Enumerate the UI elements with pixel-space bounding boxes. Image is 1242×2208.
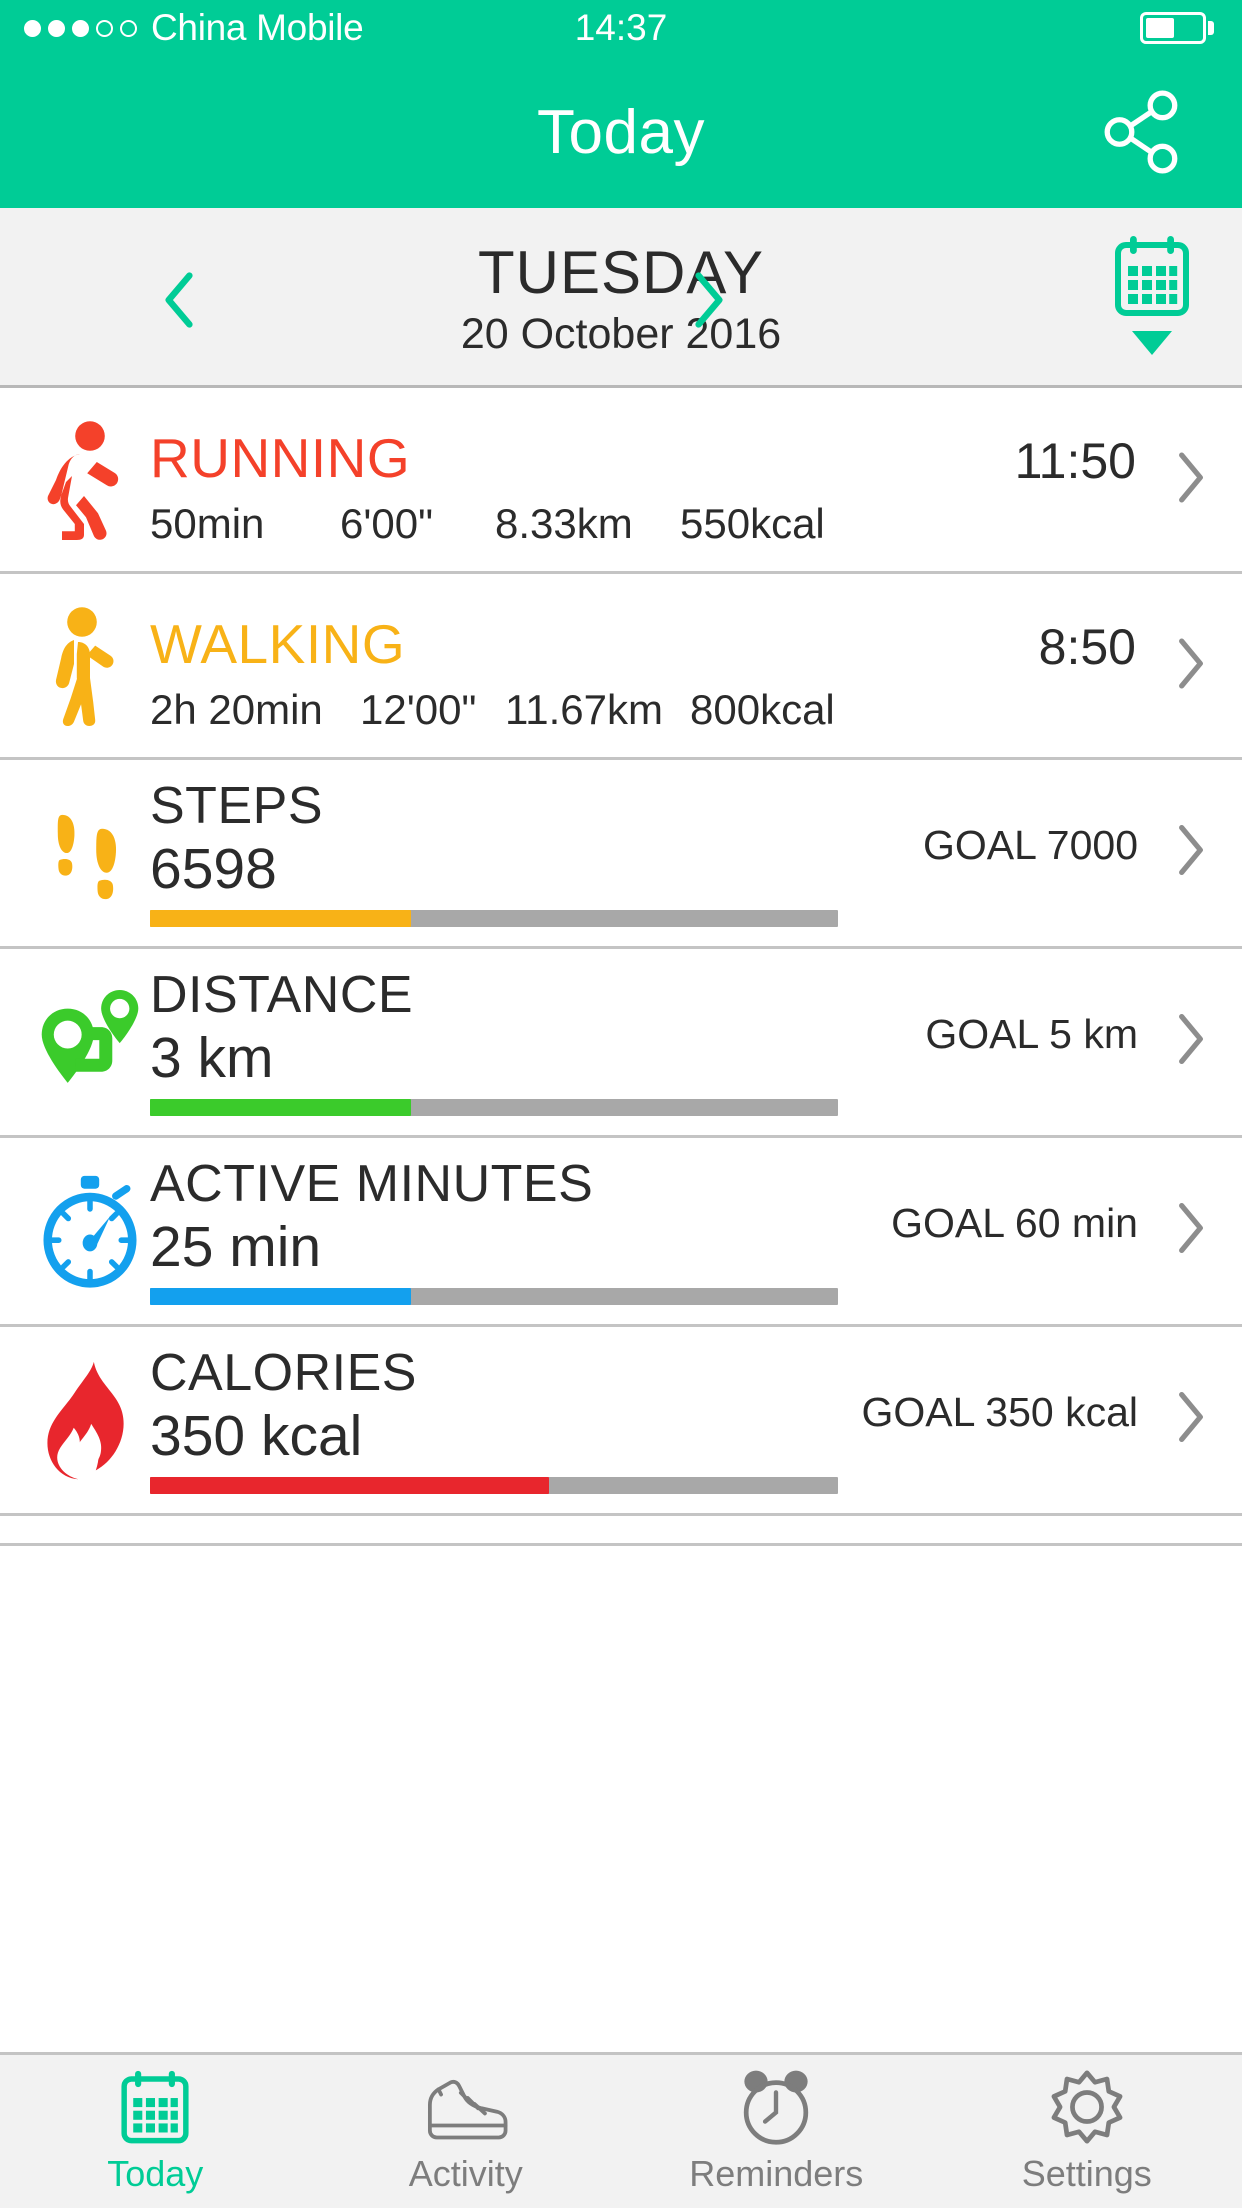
app-header: Today (0, 56, 1242, 208)
calendar-icon (1110, 234, 1194, 325)
goal-row-calories[interactable]: CALORIES 350 kcal GOAL 350 kcal (0, 1327, 1242, 1516)
tab-label: Settings (1021, 2152, 1152, 2194)
walking-person-icon (40, 606, 136, 726)
goal-title: DISTANCE (150, 966, 414, 1024)
tab-today[interactable]: Today (0, 2055, 311, 2208)
tab-label: Today (107, 2152, 204, 2194)
activity-row-walking[interactable]: WALKING 8:50 2h 20min 12'00" 11.67km 800… (0, 574, 1242, 760)
progress-bar-track (150, 1288, 838, 1305)
tab-label: Reminders (689, 2152, 864, 2194)
next-day-button[interactable] (678, 270, 738, 330)
previous-day-button[interactable] (150, 270, 210, 330)
running-person-icon (40, 420, 136, 540)
gear-icon (1047, 2069, 1127, 2147)
progress-bar-track (150, 910, 838, 927)
route-pin-icon (38, 982, 142, 1102)
goal-value: 3 km (150, 1026, 274, 1090)
progress-bar-fill (150, 1477, 550, 1494)
bottom-tab-bar: Today Activity Reminders Settings (0, 2052, 1242, 2208)
goal-title: ACTIVE MINUTES (150, 1155, 594, 1213)
calendar-picker-button[interactable] (1110, 234, 1194, 362)
activity-stat-duration: 50min (150, 500, 265, 547)
activity-stat-calories: 550kcal (680, 500, 825, 547)
goal-row-active-minutes[interactable]: ACTIVE MINUTES 25 min GOAL 60 min (0, 1138, 1242, 1327)
summary-list: RUNNING 11:50 50min 6'00" 8.33km 550kcal (0, 388, 1242, 2052)
progress-bar-fill (150, 1099, 412, 1116)
chevron-right-icon[interactable] (1174, 1200, 1208, 1261)
status-bar-left: China Mobile (24, 7, 364, 49)
date-navigation-bar: TUESDAY 20 October 2016 (0, 208, 1242, 388)
tab-activity[interactable]: Activity (311, 2055, 622, 2208)
tab-label: Activity (408, 2152, 523, 2194)
triangle-down-icon (1130, 329, 1174, 362)
activity-name: RUNNING (150, 427, 411, 489)
goal-value: 25 min (150, 1215, 322, 1279)
chevron-right-icon[interactable] (1174, 1011, 1208, 1072)
activity-time: 11:50 (1014, 433, 1136, 489)
progress-bar-fill (150, 1288, 412, 1305)
stopwatch-icon (38, 1171, 142, 1291)
status-bar: China Mobile 14:37 (0, 0, 1242, 56)
progress-bar-track (150, 1477, 838, 1494)
activity-stat-distance: 11.67km (505, 686, 663, 733)
sneaker-icon (423, 2069, 509, 2147)
goal-target: GOAL 60 min (891, 1200, 1138, 1246)
tab-settings[interactable]: Settings (932, 2055, 1242, 2208)
goal-row-steps[interactable]: STEPS 6598 GOAL 7000 (0, 760, 1242, 949)
goal-title: CALORIES (150, 1344, 417, 1402)
progress-bar-fill (150, 910, 412, 927)
goal-value: 6598 (150, 837, 277, 901)
share-icon[interactable] (1092, 82, 1192, 182)
chevron-right-icon[interactable] (1174, 1389, 1208, 1450)
activity-stat-pace: 12'00" (360, 686, 477, 733)
battery-icon (1140, 12, 1214, 44)
activity-row-running[interactable]: RUNNING 11:50 50min 6'00" 8.33km 550kcal (0, 388, 1242, 574)
signal-strength-icon (24, 19, 137, 37)
progress-bar-track (150, 1099, 838, 1116)
goal-value: 350 kcal (150, 1404, 363, 1468)
carrier-name: China Mobile (151, 7, 364, 48)
flame-icon (38, 1360, 142, 1480)
goal-target: GOAL 5 km (925, 1011, 1138, 1057)
page-title: Today (537, 97, 705, 167)
app-root: China Mobile 14:37 Today TUESDAY 20 Octo… (0, 0, 1242, 2208)
activity-time: 8:50 (1038, 619, 1136, 675)
chevron-right-icon[interactable] (1174, 635, 1208, 696)
goal-row-distance[interactable]: DISTANCE 3 km GOAL 5 km (0, 949, 1242, 1138)
footprints-icon (38, 793, 142, 913)
list-bottom-spacer (0, 1516, 1242, 1546)
goal-target: GOAL 7000 (922, 822, 1138, 868)
activity-name: WALKING (150, 613, 406, 675)
status-bar-clock: 14:37 (574, 7, 668, 48)
alarm-clock-icon (736, 2069, 816, 2147)
activity-stat-pace: 6'00" (340, 500, 434, 547)
chevron-right-icon[interactable] (1174, 449, 1208, 510)
activity-stat-calories: 800kcal (690, 686, 835, 733)
goal-title: STEPS (150, 777, 323, 835)
calendar-icon (116, 2069, 194, 2147)
activity-stat-distance: 8.33km (495, 500, 633, 547)
goal-target: GOAL 350 kcal (861, 1389, 1138, 1435)
chevron-right-icon[interactable] (1174, 822, 1208, 883)
tab-reminders[interactable]: Reminders (621, 2055, 932, 2208)
activity-stat-duration: 2h 20min (150, 686, 323, 733)
